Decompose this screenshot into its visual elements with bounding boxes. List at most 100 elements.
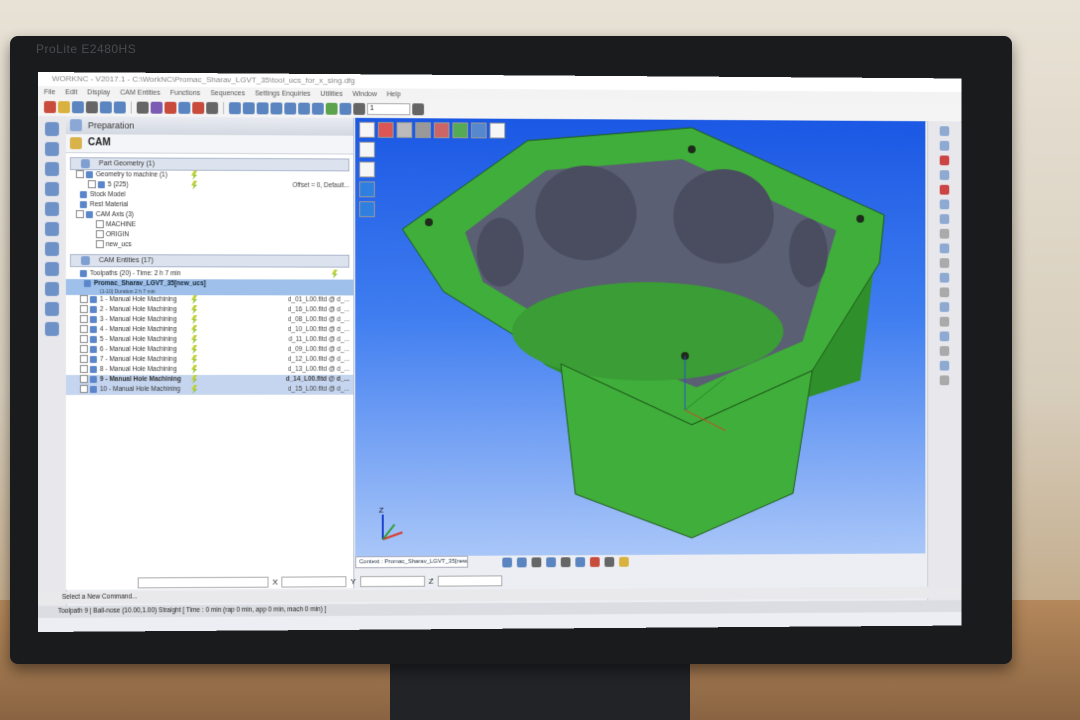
drilling-icon[interactable] (44, 182, 59, 197)
tool-a-icon[interactable] (502, 557, 513, 568)
chevron-down-icon[interactable] (412, 103, 425, 116)
menu-display[interactable]: Display (87, 89, 110, 96)
toolpath-row-selected[interactable]: 10 - Manual Hole Machining d_15_L00.fltd… (65, 384, 354, 395)
toolpath-row-selected[interactable]: 9 - Manual Hole Machining d_14_L00.fltd … (65, 374, 354, 385)
menu-cam-entities[interactable]: CAM Entities (120, 89, 160, 96)
checkbox[interactable] (79, 335, 88, 344)
view-icon[interactable] (939, 258, 950, 268)
checkbox[interactable] (75, 210, 84, 219)
cam-selector[interactable]: CAM (65, 134, 354, 155)
active-toolpath-group[interactable]: Promac_Sharav_LGVT_35[new_ucs] (65, 279, 354, 290)
zoom-icon[interactable] (256, 102, 269, 115)
sections-icon[interactable] (339, 102, 352, 115)
undo-icon[interactable] (99, 101, 112, 114)
checkbox[interactable] (79, 315, 88, 324)
preparation-icon[interactable] (44, 122, 59, 137)
print-icon[interactable] (85, 101, 98, 114)
report-icon[interactable] (44, 282, 59, 297)
view-icon[interactable] (939, 214, 950, 224)
view-icon[interactable] (939, 170, 950, 181)
rotate-icon[interactable] (298, 102, 310, 115)
view-icon[interactable] (939, 272, 950, 283)
info-icon[interactable] (353, 102, 366, 115)
checkbox[interactable] (79, 385, 88, 394)
3d-viewport[interactable]: Z (355, 117, 926, 557)
zoom-window-icon[interactable] (270, 102, 283, 115)
new-file-icon[interactable] (43, 101, 56, 114)
stock-icon[interactable] (44, 302, 59, 317)
checkbox[interactable] (75, 170, 84, 179)
menu-edit[interactable]: Edit (65, 89, 77, 96)
view-icon[interactable] (939, 184, 950, 195)
save-icon[interactable] (71, 101, 84, 114)
view-icon[interactable] (939, 360, 950, 371)
tool-f-icon[interactable] (575, 557, 586, 568)
table-icon[interactable] (242, 102, 255, 115)
checkbox[interactable] (79, 345, 88, 354)
toolpath-row[interactable]: 5 - Manual Hole Machining d_11_L00.fltd … (66, 335, 353, 345)
pan-icon[interactable] (284, 102, 297, 115)
checkbox[interactable] (79, 305, 88, 314)
checkbox[interactable] (95, 240, 104, 249)
grid-icon[interactable] (136, 101, 149, 114)
redo-icon[interactable] (113, 101, 126, 114)
checkbox[interactable] (95, 220, 104, 229)
toolpath-row[interactable]: 8 - Manual Hole Machining d_13_L00.fltd … (66, 365, 353, 375)
toolpath-row[interactable]: 3 - Manual Hole Machining d_08_L00.fltd … (66, 315, 353, 325)
menu-help[interactable]: Help (387, 91, 401, 98)
menu-file[interactable]: File (44, 89, 55, 96)
menu-settings-enquiries[interactable]: Settings Enquiries (255, 90, 311, 97)
render-icon[interactable] (192, 101, 205, 114)
cam-entities-group[interactable]: CAM Entities (17) (69, 254, 350, 268)
part-model[interactable]: Z (355, 118, 925, 557)
view-icon[interactable] (939, 346, 950, 356)
x-input[interactable] (281, 576, 347, 588)
view-icon[interactable] (939, 140, 950, 151)
settings-icon[interactable] (44, 322, 59, 337)
checkbox[interactable] (79, 355, 88, 364)
view-icon[interactable] (939, 331, 950, 342)
open-folder-icon[interactable] (57, 101, 70, 114)
machine-icon[interactable] (44, 242, 59, 257)
tree-node-axis-new-ucs[interactable]: new_ucs (66, 240, 353, 251)
checkbox[interactable] (79, 365, 88, 374)
toolpath-row[interactable]: 1 - Manual Hole Machining d_01_L00.fltd … (66, 295, 353, 305)
y-input[interactable] (359, 575, 425, 588)
simulation-icon[interactable] (44, 162, 59, 177)
part-geometry-group[interactable]: Part Geometry (1) (69, 157, 350, 172)
shading-icon[interactable] (178, 101, 191, 114)
toolpath-row[interactable]: 2 - Manual Hole Machining d_16_L00.fltd … (66, 305, 353, 315)
checkbox[interactable] (79, 375, 88, 384)
toolpath-icon[interactable] (44, 142, 59, 157)
tree-node-toolpaths[interactable]: Toolpaths (20) - Time: 2 h 7 min (66, 269, 353, 280)
checkbox[interactable] (79, 295, 88, 304)
axis-icon[interactable] (164, 101, 177, 114)
fit-view-icon[interactable] (311, 102, 324, 115)
check-icon[interactable] (44, 222, 59, 237)
layers-icon[interactable] (228, 102, 241, 115)
context-tab[interactable]: Context : Promac_Sharav_LGVT_35[new_ucs] (355, 555, 469, 569)
command-combo[interactable] (137, 576, 269, 589)
view-icon[interactable] (939, 126, 950, 137)
toolpath-row[interactable]: 6 - Manual Hole Machining d_09_L00.fltd … (66, 345, 353, 355)
view-icon[interactable] (939, 155, 950, 166)
display-icon[interactable] (206, 102, 219, 115)
toolpath-row[interactable]: 7 - Manual Hole Machining d_12_L00.fltd … (66, 355, 353, 365)
tool-d-icon[interactable] (546, 557, 556, 568)
menu-sequences[interactable]: Sequences (210, 90, 245, 97)
view-icon[interactable] (939, 375, 950, 386)
view-icon[interactable] (939, 302, 950, 312)
z-input[interactable] (437, 575, 502, 587)
measure-icon[interactable] (325, 102, 338, 115)
post-icon[interactable] (44, 262, 59, 277)
menu-functions[interactable]: Functions (170, 89, 200, 96)
menu-window[interactable]: Window (352, 91, 376, 98)
view-icon[interactable] (939, 316, 950, 327)
view-icon[interactable] (939, 243, 950, 254)
tool-e-icon[interactable] (560, 557, 571, 568)
toolpath-row[interactable]: 4 - Manual Hole Machining d_10_L00.fltd … (66, 325, 353, 335)
tool-c-icon[interactable] (531, 557, 542, 568)
view-icon[interactable] (939, 228, 950, 239)
checkbox[interactable] (95, 230, 104, 239)
select-icon[interactable] (150, 101, 163, 114)
